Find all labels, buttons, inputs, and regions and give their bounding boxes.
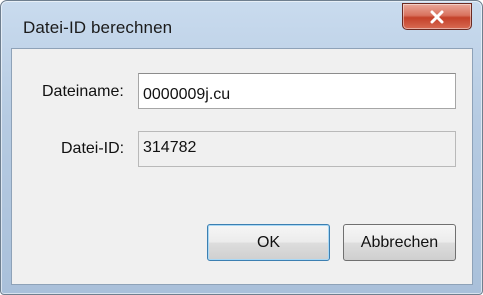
fileid-field: 314782 (138, 131, 456, 167)
dialog-window: Datei-ID berechnen Dateiname: Datei-ID: … (0, 0, 483, 295)
close-button[interactable] (402, 3, 472, 30)
close-icon (430, 10, 444, 23)
dialog-body: Dateiname: Datei-ID: 314782 OK Abbrechen (11, 48, 473, 285)
filename-label: Dateiname: (42, 83, 124, 100)
fileid-label: Datei-ID: (61, 140, 125, 157)
cancel-button[interactable]: Abbrechen (343, 224, 456, 261)
ok-button[interactable]: OK (207, 224, 330, 261)
filename-input[interactable] (138, 73, 456, 109)
window-title: Datei-ID berechnen (23, 18, 173, 37)
